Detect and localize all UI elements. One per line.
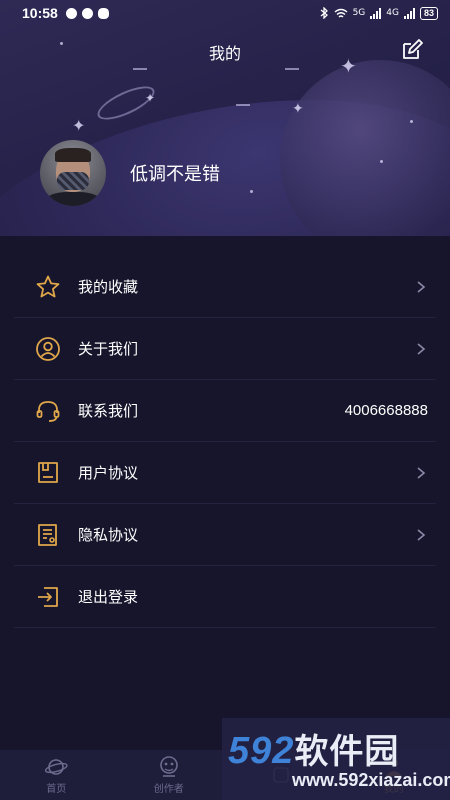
dot-decoration [410,120,413,123]
watermark-url: www.592xiazai.com [292,770,450,790]
dash-decoration [285,68,299,70]
status-bar: 10:58 5G 4G 83 [0,0,450,26]
headset-icon [34,397,62,425]
chevron-right-icon [417,466,426,479]
menu-item-label: 退出登录 [78,588,139,606]
watermark-brand-text: 软件园 [294,732,400,772]
network-label-4g: 4G [386,8,399,18]
chevron-right-icon [417,280,426,293]
menu-item-right [414,466,428,480]
chat-icon [97,7,109,19]
menu-item-label: 隐私协议 [78,526,139,544]
contact-phone-number[interactable]: 4006668888 [345,402,428,419]
menu-item-label: 联系我们 [78,402,139,420]
privacy-document-icon [34,521,62,549]
shield-icon [81,7,93,19]
dash-decoration [236,104,250,106]
profile-section[interactable]: 低调不是错 [40,140,220,206]
menu-item-right [414,528,428,542]
watermark-brand-number: 592 [228,730,295,772]
menu-item-contact-us[interactable]: 联系我们 4006668888 [14,380,436,442]
menu-item-right [414,280,428,294]
avatar-mask [57,172,89,190]
menu-item-label: 关于我们 [78,340,139,358]
dot-decoration [250,190,253,193]
star-decoration: ✦ [292,101,304,117]
tab-home[interactable]: 首页 [0,750,113,800]
avatar[interactable] [40,140,106,206]
menu-item-right [414,342,428,356]
chevron-right-icon [417,528,426,541]
planet-decoration [280,60,450,236]
creator-icon [159,756,178,777]
notification-icon [65,7,77,19]
menu-item-right: 4006668888 [345,402,428,419]
page-title: 我的 [208,44,241,63]
avatar-hair [55,148,91,162]
edit-icon[interactable] [400,38,424,62]
logout-icon [34,583,62,611]
menu-item-privacy-agreement[interactable]: 隐私协议 [14,504,436,566]
menu-item-label: 我的收藏 [78,278,139,296]
bluetooth-icon [320,7,328,19]
signal-icon [403,7,415,19]
wifi-icon [334,8,348,18]
agreement-icon [34,459,62,487]
title-bar: 我的 [0,34,450,66]
signal-icon [370,7,382,19]
status-right: 5G 4G 83 [319,6,438,20]
tab-creator[interactable]: 创作者 [113,750,226,800]
user-circle-icon [34,335,62,363]
username: 低调不是错 [130,164,220,185]
tab-label: 创作者 [153,784,184,795]
chevron-right-icon [417,342,426,355]
planet-icon [45,759,68,775]
menu-item-favorites[interactable]: 我的收藏 [14,256,436,318]
tab-label: 首页 [46,784,67,795]
menu-item-user-agreement[interactable]: 用户协议 [14,442,436,504]
dash-decoration [133,68,147,70]
star-icon [34,273,62,301]
network-label-5g: 5G [352,8,366,18]
dot-decoration [380,160,383,163]
avatar-shirt [46,192,100,206]
star-decoration: ✦ [145,91,156,105]
status-time: 10:58 [22,5,58,21]
settings-menu: 我的收藏 关于我们 联系我们 4006668888 用户协议 隐私协议 退出登录 [14,256,436,628]
watermark-brand: 592软件园 [228,724,399,773]
menu-item-logout[interactable]: 退出登录 [14,566,436,628]
menu-item-label: 用户协议 [78,464,139,482]
star-decoration: ✦ [72,116,86,135]
notification-icons [65,7,109,19]
battery-indicator: 83 [419,6,438,20]
watermark: 592软件园 www.592xiazai.com [222,718,450,800]
menu-item-about-us[interactable]: 关于我们 [14,318,436,380]
